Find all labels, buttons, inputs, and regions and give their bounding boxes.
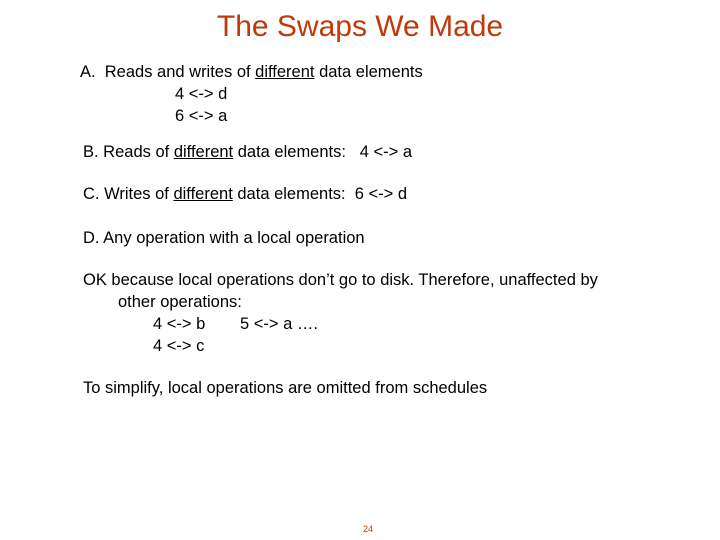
item-a-swap-1: 4 <-> d — [175, 85, 228, 103]
item-c-emphasis: different — [173, 185, 233, 203]
ok-note-example-3: 4 <-> c — [153, 337, 205, 355]
simplify-note: To simplify, local operations are omitte… — [83, 379, 488, 397]
page-number: 24 — [363, 524, 374, 534]
item-a-suffix: data elements — [314, 63, 423, 81]
item-a-prefix: A. Reads and writes of — [80, 63, 256, 81]
ok-note-line-2: other operations: — [118, 293, 242, 311]
ok-note-example-1: 4 <-> b — [153, 315, 206, 333]
item-b: B. Reads of different data elements: 4 <… — [83, 143, 412, 162]
ok-note-line-1: OK because local operations don’t go to … — [83, 271, 598, 289]
item-a-swap-2: 6 <-> a — [175, 107, 228, 125]
item-b-prefix: B. Reads of — [83, 143, 174, 161]
item-c-suffix: data elements: 6 <-> d — [232, 185, 408, 203]
item-b-suffix: data elements: 4 <-> a — [233, 143, 412, 161]
item-a-emphasis: different — [255, 63, 315, 81]
item-d: D. Any operation with a local operation — [83, 229, 365, 247]
item-b-emphasis: different — [173, 143, 234, 161]
ok-note-example-2: 5 <-> a …. — [240, 315, 318, 333]
slide-title: The Swaps We Made — [216, 10, 504, 43]
item-c-prefix: C. Writes of — [83, 185, 174, 203]
item-a: A. Reads and writes of different data el… — [80, 63, 423, 82]
item-c: C. Writes of different data elements: 6 … — [83, 185, 407, 204]
